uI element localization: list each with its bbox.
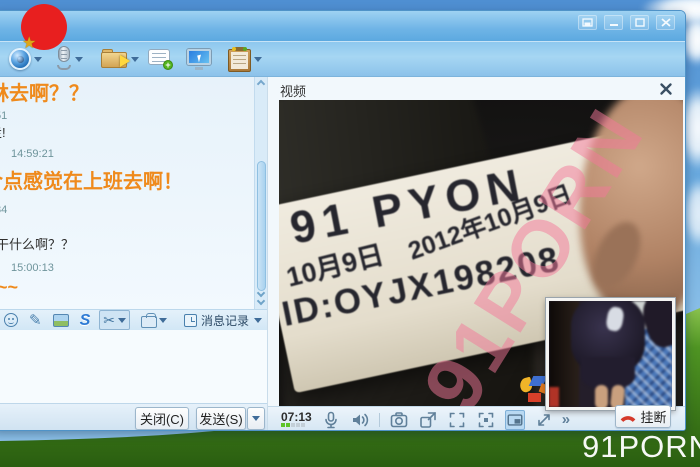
more-controls-button[interactable]: » [562, 411, 570, 428]
speaker-toggle-button[interactable] [350, 410, 370, 430]
maximize-button[interactable] [630, 15, 649, 30]
popout-video-button[interactable] [418, 410, 438, 430]
close-icon [659, 82, 673, 96]
scroll-up-icon[interactable] [257, 80, 265, 88]
message-history-area[interactable]: 林去啊？？ 51 走! 14:59:21 合点感觉在上班去啊！ 34 片干什么啊… [0, 77, 267, 309]
chat-bottom-bar: 关闭(C) 发送(S) [0, 403, 267, 430]
scrollbar-thumb[interactable] [257, 161, 266, 291]
scrollbar[interactable] [254, 77, 267, 309]
clipboard-icon [228, 47, 251, 72]
divider [379, 413, 380, 427]
window-controls [578, 15, 675, 30]
picture-in-picture-button[interactable] [505, 410, 525, 430]
chevron-down-icon[interactable] [254, 57, 262, 62]
panel-toggle-button[interactable] [578, 15, 597, 30]
emoticon-icon[interactable] [4, 313, 18, 327]
chat-message: 林去啊？？ [0, 77, 89, 106]
send-options-button[interactable] [247, 407, 265, 430]
speaker-icon [350, 410, 370, 430]
star-icon: ★ [22, 33, 36, 53]
normal-size-button[interactable] [447, 410, 467, 430]
chevron-down-icon[interactable] [159, 318, 167, 323]
monitor-icon [187, 49, 211, 70]
scroll-down-icon[interactable] [257, 297, 265, 305]
send-file-button[interactable] [101, 45, 139, 73]
image-icon[interactable] [53, 314, 69, 327]
hangup-phone-icon [619, 411, 637, 423]
chat-message: 合点感觉在上班去啊！ [0, 165, 183, 194]
create-session-button[interactable]: + [148, 45, 172, 73]
camera-icon [389, 410, 409, 430]
chevron-down-icon[interactable] [254, 318, 262, 323]
send-file-icon [101, 49, 128, 69]
remote-assist-button[interactable] [187, 45, 211, 73]
fullscreen-icon [476, 410, 496, 430]
corner-brackets-icon [447, 410, 467, 430]
snapshot-button[interactable] [389, 410, 409, 430]
hangup-label: 挂断 [640, 407, 666, 426]
qq-chat-window: + 林去啊？？ 51 走! 14:59:21 合点感觉在上班去啊！ 34 [0, 10, 686, 431]
chat-message: 走! [0, 122, 6, 141]
chat-toolbar: + [0, 41, 685, 77]
voice-call-button[interactable] [56, 45, 83, 73]
video-close-button[interactable] [659, 82, 673, 96]
message-timestamp: 14:59:21 [11, 148, 54, 160]
chevron-down-icon[interactable] [34, 57, 42, 62]
message-timestamp: 34 [0, 204, 7, 216]
minimize-button[interactable] [604, 15, 623, 30]
apps-button[interactable] [228, 45, 262, 73]
chevron-down-icon[interactable] [75, 57, 83, 62]
chat-message: 片干什么啊？？ [0, 234, 74, 253]
font-edit-icon[interactable]: ✎ [29, 313, 42, 328]
video-service-logo [520, 376, 547, 404]
message-history-label: 消息记录 [201, 312, 249, 329]
new-message-icon: + [148, 49, 172, 69]
microphone-toggle-button[interactable] [321, 410, 341, 430]
chat-message: 道~~ [0, 273, 18, 299]
microphone-icon [56, 46, 72, 72]
close-button[interactable] [656, 15, 675, 30]
self-video-image [549, 301, 672, 407]
chevron-down-icon [252, 416, 260, 421]
switch-video-button[interactable] [534, 410, 554, 430]
screenshot-button[interactable]: ✂ [99, 310, 130, 330]
popout-icon [418, 410, 438, 430]
call-timer-block: 07:13 [281, 412, 312, 427]
swap-arrows-icon [534, 410, 554, 430]
chat-pane: 林去啊？？ 51 走! 14:59:21 合点感觉在上班去啊！ 34 片干什么啊… [0, 77, 267, 430]
chevron-down-icon[interactable] [131, 57, 139, 62]
fullscreen-button[interactable] [476, 410, 496, 430]
toolbox-icon[interactable] [141, 316, 157, 328]
window-shake-icon[interactable]: S [80, 313, 91, 328]
message-input-area[interactable] [0, 330, 267, 403]
titlebar[interactable] [0, 11, 685, 41]
chevron-down-icon[interactable] [118, 318, 126, 323]
video-panel-title: 视频 [280, 81, 306, 100]
picture-in-picture-icon [506, 410, 524, 430]
close-chat-button[interactable]: 关闭(C) [135, 407, 189, 430]
input-toolbar: ✎ S ✂ 消息记录 [0, 309, 267, 330]
scissors-icon: ✂ [103, 312, 115, 329]
clock-icon [184, 314, 197, 327]
self-video-preview[interactable] [546, 298, 675, 410]
site-watermark: 91PORN.ME [582, 429, 700, 465]
call-timer: 07:13 [281, 412, 312, 422]
send-button[interactable]: 发送(S) [196, 407, 246, 430]
message-history-button[interactable]: 消息记录 [184, 312, 262, 329]
hangup-button[interactable]: 挂断 [615, 405, 671, 428]
message-timestamp: 51 [0, 110, 7, 122]
microphone-icon [321, 410, 341, 430]
